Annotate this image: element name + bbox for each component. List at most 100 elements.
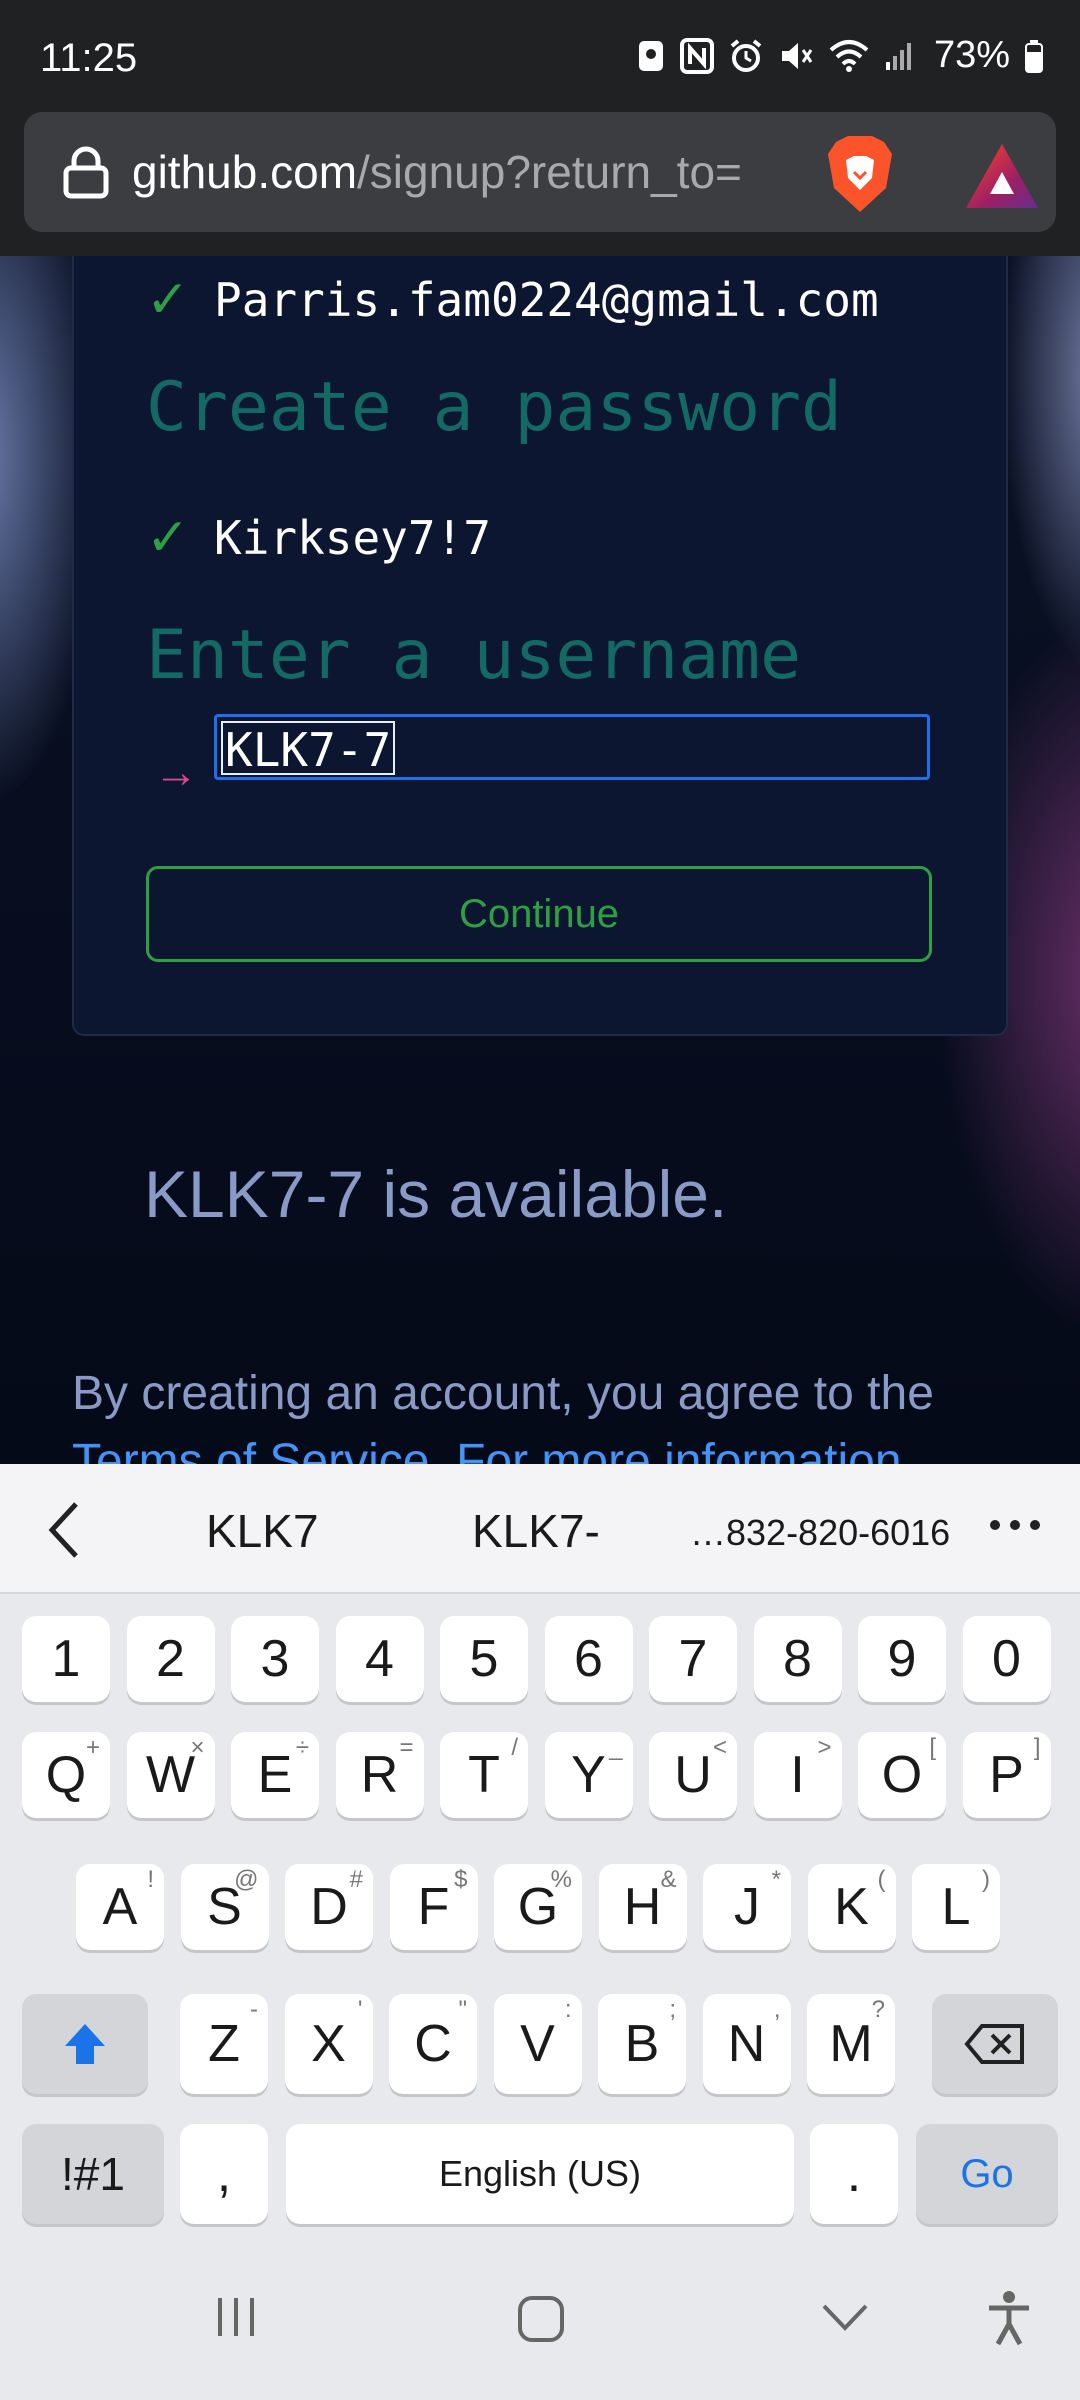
key-label: 4 [365,1630,394,1688]
key-secondary-label: ÷ [295,1734,309,1761]
hide-keyboard-icon[interactable] [820,2302,870,2332]
key-v[interactable]: V: [493,1994,582,2094]
nfc-icon [679,36,714,76]
key-f[interactable]: F $ [389,1864,478,1950]
key-q[interactable]: Q + [22,1732,110,1818]
key-s[interactable]: S @ [180,1864,269,1950]
key-secondary-label: + [85,1734,100,1761]
key-g[interactable]: G% [494,1864,582,1950]
backspace-key[interactable] [932,1994,1058,2094]
mute-icon [778,36,814,76]
key-e[interactable]: E ÷ [231,1732,319,1818]
shift-key[interactable] [22,1994,148,2094]
url-host: github.com [132,146,358,198]
key-m[interactable]: M? [807,1994,895,2094]
key-4[interactable]: 4 [335,1616,424,1702]
key-secondary-label: " [458,1996,467,2023]
key-l[interactable]: L) [912,1864,1000,1950]
suggestion-2[interactable]: KLK7- [472,1504,600,1558]
key-p[interactable]: P] [962,1732,1051,1818]
email-value: Parris.fam0224@gmail.com [214,273,879,327]
key-label: M [829,2015,873,2073]
key-2[interactable]: 2 [126,1616,215,1702]
key-label: 8 [783,1630,812,1688]
key-secondary-label: : [564,1996,572,2023]
status-icons: 73% [636,34,1044,77]
check-icon: ✓ [146,271,190,329]
backspace-icon [964,2024,1024,2064]
comma-key[interactable]: , [180,2124,268,2224]
suggestion-3[interactable]: …832-820-6016 [690,1512,950,1554]
key-9[interactable]: 9 [858,1616,946,1702]
home-icon[interactable] [516,2294,566,2344]
key-7[interactable]: 7 [649,1616,737,1702]
email-row: ✓ Parris.fam0224@gmail.com [146,270,879,330]
key-h[interactable]: H & [598,1864,687,1950]
key-label: R [360,1746,399,1804]
key-j[interactable]: J * [703,1864,791,1950]
chevron-left-icon[interactable] [44,1500,84,1560]
key-label: N [727,2015,766,2073]
key-0[interactable]: 0 [962,1616,1051,1702]
key-secondary-label: & [660,1866,677,1893]
space-key[interactable]: English (US) [286,2124,794,2224]
key-secondary-label: < [712,1734,727,1761]
key-z[interactable]: Z- [180,1994,268,2094]
key-r[interactable]: R = [335,1732,424,1818]
key-label: Z [208,2015,240,2073]
key-o[interactable]: O[ [858,1732,946,1818]
username-input[interactable]: KLK7-7 [214,714,930,780]
key-b[interactable]: B; [598,1994,686,2094]
key-u[interactable]: U < [649,1732,737,1818]
period-key[interactable]: . [810,2124,898,2224]
url-text[interactable]: github.com/signup?return_to= [132,142,792,202]
signal-icon [884,36,914,76]
key-k[interactable]: K( [807,1864,896,1950]
key-c[interactable]: C " [389,1994,477,2094]
suggestion-bar: KLK7 KLK7- …832-820-6016 [0,1464,1080,1594]
recents-icon[interactable] [214,2294,260,2340]
accessibility-icon[interactable] [986,2290,1032,2346]
go-key[interactable]: Go [916,2124,1058,2224]
url-bar[interactable]: github.com/signup?return_to= [24,112,1056,232]
key-label: B [624,2015,660,2073]
more-options-icon[interactable] [990,1520,1040,1530]
key-i[interactable]: I > [753,1732,842,1818]
continue-button[interactable]: Continue [146,866,932,962]
key-label: 3 [260,1630,290,1688]
arrow-right-icon: → [154,748,198,797]
key-y[interactable]: Y _ [544,1732,633,1818]
status-bar: 11:25 73% [0,0,1080,110]
key-secondary-label: ( [877,1866,886,1893]
key-label: 7 [678,1630,708,1688]
key-label: D [310,1878,348,1936]
key-label: V [520,2015,555,2073]
key-label: H [623,1878,662,1936]
key-d[interactable]: D # [285,1864,373,1950]
key-label: 0 [992,1630,1021,1688]
key-x[interactable]: X ' [284,1994,373,2094]
lock-icon [63,146,109,199]
sim-icon [636,36,666,76]
key-secondary-label: [ [929,1734,936,1761]
key-5[interactable]: 5 [440,1616,528,1702]
key-secondary-label: ; [669,1996,676,2023]
key-1[interactable]: 1 [22,1616,110,1702]
key-w[interactable]: W × [126,1732,215,1818]
brave-rewards-icon[interactable] [964,142,1040,212]
key-secondary-label: # [349,1866,363,1893]
key-3[interactable]: 3 [231,1616,319,1702]
key-8[interactable]: 8 [753,1616,842,1702]
key-label: L [941,1878,971,1936]
key-n[interactable]: N, [702,1994,791,2094]
key-t[interactable]: T / [440,1732,528,1818]
key-a[interactable]: A! [76,1864,164,1950]
key-6[interactable]: 6 [544,1616,633,1702]
username-value[interactable]: KLK7-7 [221,721,396,777]
terms-link[interactable]: Terms of Service. For more information [72,1434,902,1464]
brave-shield-icon[interactable] [824,134,896,214]
suggestion-1[interactable]: KLK7 [206,1504,319,1558]
key-secondary-label: ? [871,1996,885,2023]
symbols-key[interactable]: !#1 [22,2124,164,2224]
key-label: 5 [469,1630,499,1688]
